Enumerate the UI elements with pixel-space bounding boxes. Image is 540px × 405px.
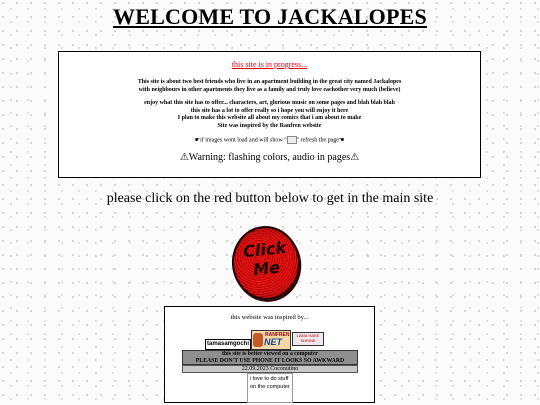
note-suffix: " refresh the page☚ bbox=[296, 137, 345, 144]
in-progress-link[interactable]: this site is in progress... bbox=[59, 60, 480, 69]
shrine-badge[interactable]: LAMA HAKE SHRINE bbox=[292, 332, 324, 346]
intro-paragraph: This site is about two best friends who … bbox=[59, 79, 480, 94]
offer-line: this site has a lot to offer really so i… bbox=[190, 107, 349, 114]
intro-line: This site is about two best friends who … bbox=[137, 79, 402, 85]
note-prefix: ☛if images wont load and will show " bbox=[194, 137, 287, 144]
computer-notice: this site is better viewed on a computer… bbox=[182, 350, 358, 365]
intro-panel: this site is in progress... This site is… bbox=[58, 51, 481, 178]
inspiration-panel: this website was inspired by... tamasamg… bbox=[164, 306, 375, 403]
broken-image-icon bbox=[286, 136, 297, 144]
ranfren-badge-main: NET bbox=[264, 337, 282, 347]
inspiration-title: this website was inspired by... bbox=[230, 314, 309, 321]
enter-instruction: please click on the red button below to … bbox=[106, 191, 434, 206]
offer-line: I plan to make this website all about my… bbox=[177, 115, 362, 121]
intro-line: with neighbours in other apartments they… bbox=[138, 86, 401, 93]
computer-notice-line2: PLEASE DON'T USE PHONE IT LOOKS SO AWKWA… bbox=[195, 357, 345, 364]
flashing-warning: ⚠Warning: flashing colors, audio in page… bbox=[179, 152, 360, 163]
scroll-text-box[interactable]: i love to do stuff on the computer bbox=[247, 373, 293, 403]
ranfren-badge[interactable]: RANFREN NET bbox=[251, 330, 291, 350]
offer-paragraph: enjoy what this site has to offer... cha… bbox=[59, 100, 480, 130]
enter-site-button[interactable]: Click Me bbox=[228, 222, 304, 304]
tamasamgochi-badge[interactable]: tamasamgochi bbox=[205, 339, 251, 350]
date-credit: 22.09.2023 Coconutino bbox=[182, 365, 358, 373]
ranfren-character-icon bbox=[253, 333, 263, 347]
image-load-note: ☛if images wont load and will show " " re… bbox=[59, 136, 480, 144]
offer-line: enjoy what this site has to offer... cha… bbox=[144, 100, 395, 106]
inspired-line: Site was inspired by the Ranfren website bbox=[217, 122, 322, 129]
page-title: WELCOME TO JACKALOPES bbox=[113, 4, 427, 29]
